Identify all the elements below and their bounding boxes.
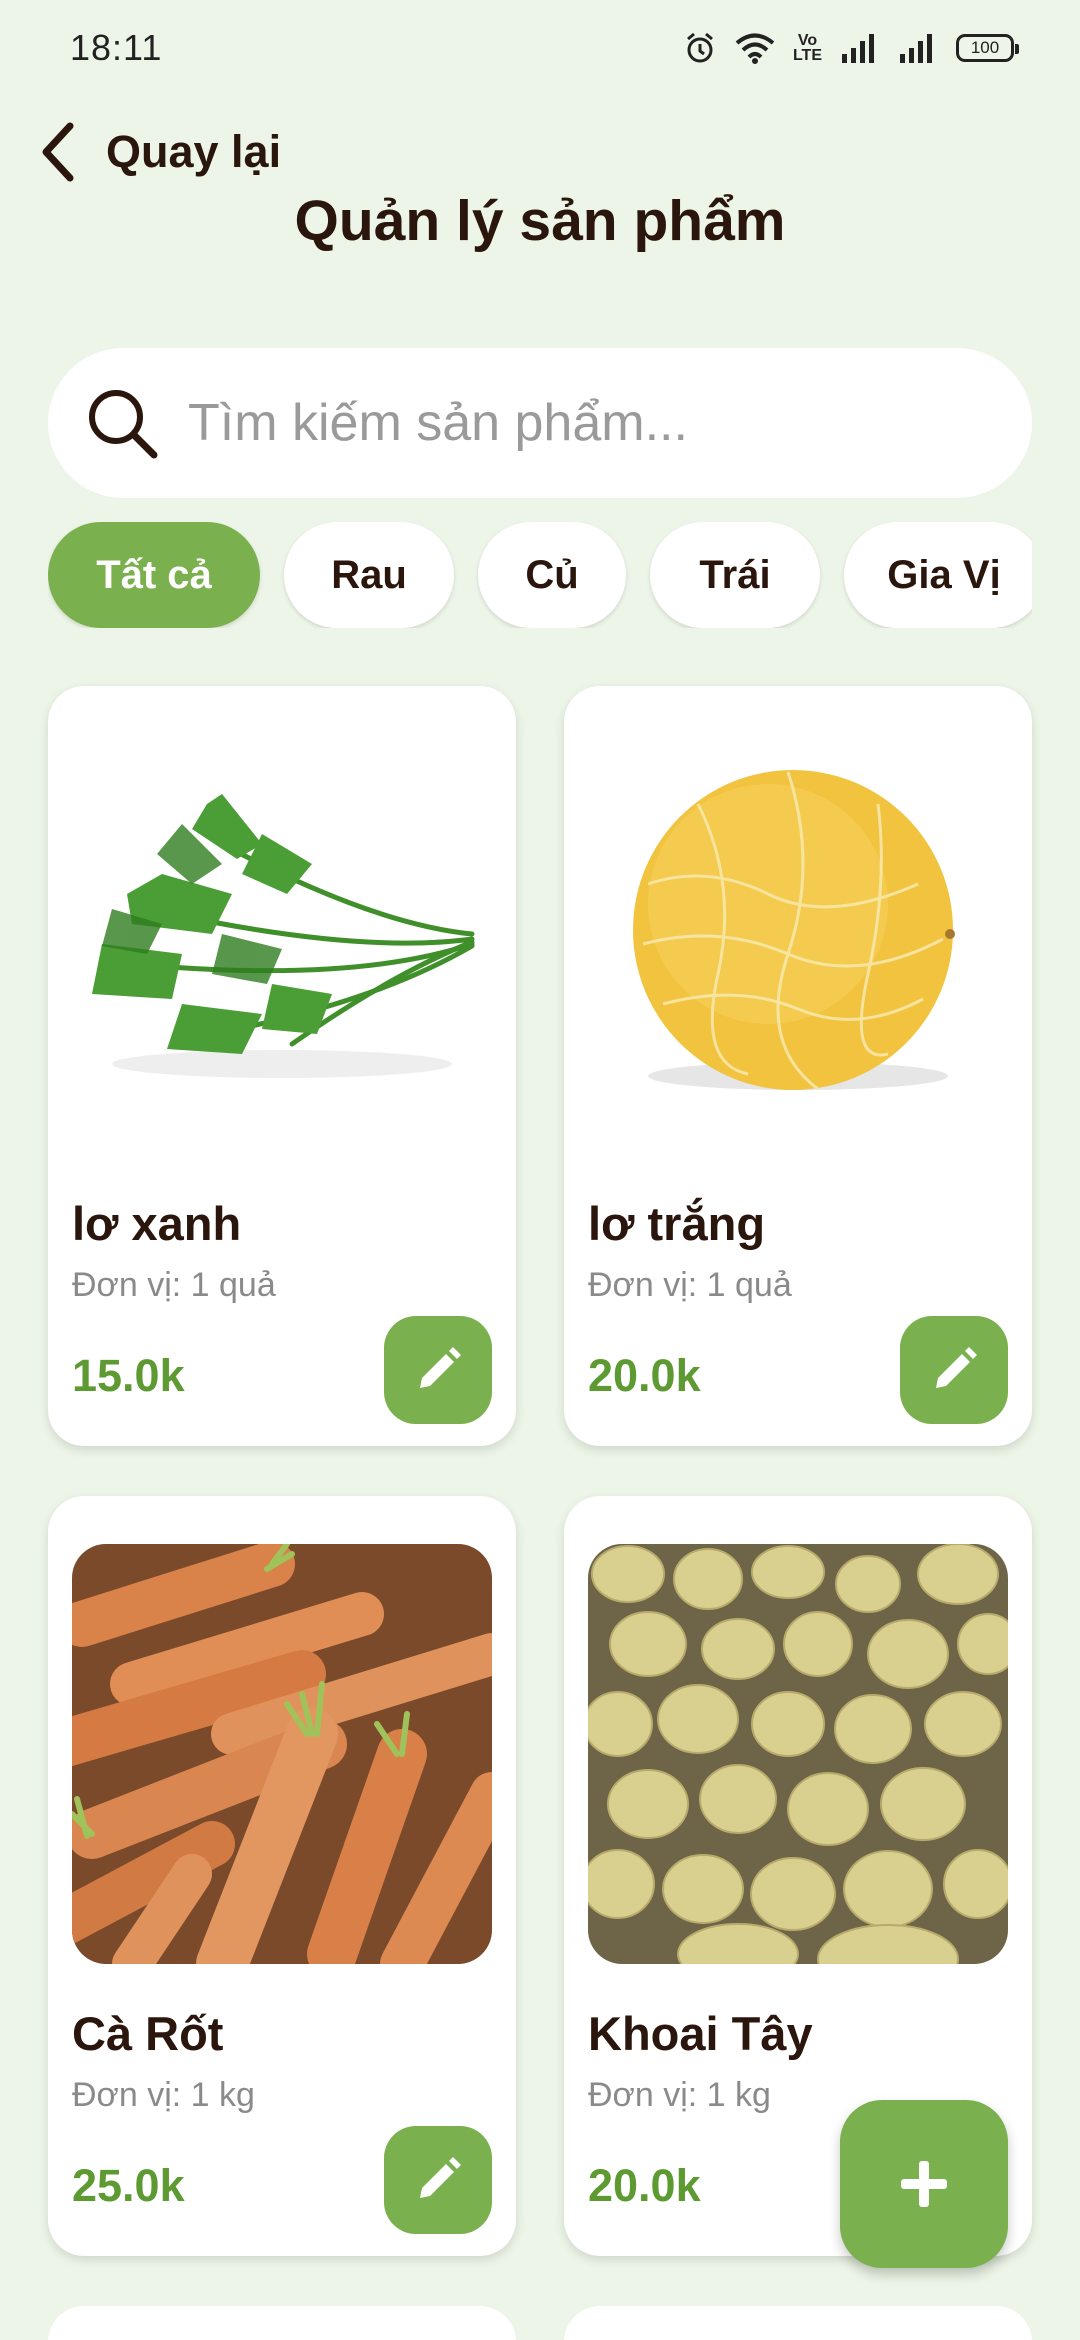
product-card-partial[interactable] [48, 2306, 516, 2340]
back-button[interactable]: Quay lại [36, 112, 281, 192]
product-image-carrots [72, 1544, 492, 1964]
alarm-icon [687, 32, 713, 63]
page-title: Quản lý sản phẩm [294, 189, 786, 253]
battery-icon: 100 [956, 34, 1019, 62]
pencil-icon [420, 2157, 461, 2198]
chip-label: Củ [525, 552, 579, 597]
volte-bottom: LTE [792, 47, 822, 64]
chip-label: Tất cả [96, 552, 212, 597]
pencil-icon [420, 1347, 461, 1388]
plus-icon [901, 2161, 947, 2207]
product-price: 15.0k [72, 1350, 185, 1401]
product-image-potatoes [588, 1544, 1008, 1964]
chip-trai[interactable]: Trái [650, 522, 820, 628]
chip-label: Rau [331, 552, 407, 597]
search-input[interactable] [188, 393, 1008, 453]
wifi-icon [735, 33, 775, 64]
product-unit: Đơn vị: 1 kg [72, 2076, 255, 2114]
edit-button[interactable] [900, 1316, 1008, 1424]
product-image-mizuna [72, 734, 492, 1154]
product-unit: Đơn vị: 1 quả [72, 1266, 276, 1304]
product-unit: Đơn vị: 1 kg [588, 2076, 771, 2114]
search-icon [89, 390, 158, 459]
chip-label: Gia Vị [887, 552, 1001, 597]
back-label: Quay lại [106, 126, 282, 177]
battery-level: 100 [970, 38, 1000, 57]
add-product-button[interactable] [840, 2100, 1008, 2268]
status-time: 18:11 [70, 27, 163, 68]
search-bar[interactable] [48, 348, 1032, 498]
chip-all[interactable]: Tất cả [48, 522, 260, 628]
status-bar: 18:11 Vo LTE 100 [0, 0, 1080, 96]
signal-icon-sim1 [842, 34, 874, 63]
product-image-melon [588, 734, 1008, 1154]
product-price: 25.0k [72, 2160, 185, 2211]
product-card[interactable]: lơ trắng Đơn vị: 1 quả 20.0k [564, 686, 1032, 1446]
product-price: 20.0k [588, 2160, 701, 2211]
category-filter: Tất cả Rau Củ Trái Gia Vị [48, 522, 1032, 628]
product-price: 20.0k [588, 1350, 701, 1401]
chip-rau[interactable]: Rau [284, 522, 454, 628]
signal-icon-sim2 [900, 34, 932, 63]
chip-label: Trái [699, 552, 771, 597]
product-unit: Đơn vị: 1 quả [588, 1266, 792, 1304]
volte-top: Vo [797, 32, 818, 49]
product-name: lơ trắng [588, 1197, 766, 1250]
status-icons: Vo LTE 100 [683, 31, 1019, 65]
volte-icon: Vo LTE [792, 32, 822, 64]
pencil-icon [936, 1347, 977, 1388]
chip-gia-vi[interactable]: Gia Vị [844, 522, 1032, 628]
edit-button[interactable] [384, 2126, 492, 2234]
chip-cu[interactable]: Củ [478, 522, 626, 628]
product-name: Khoai Tây [588, 2007, 813, 2060]
product-name: lơ xanh [72, 1197, 242, 1250]
product-name: Cà Rốt [72, 2007, 224, 2060]
product-card-partial[interactable] [564, 2306, 1032, 2340]
chevron-left-icon [42, 122, 74, 182]
product-card[interactable]: lơ xanh Đơn vị: 1 quả 15.0k [48, 686, 516, 1446]
product-card[interactable]: Cà Rốt Đơn vị: 1 kg 25.0k [48, 1496, 516, 2256]
edit-button[interactable] [384, 1316, 492, 1424]
